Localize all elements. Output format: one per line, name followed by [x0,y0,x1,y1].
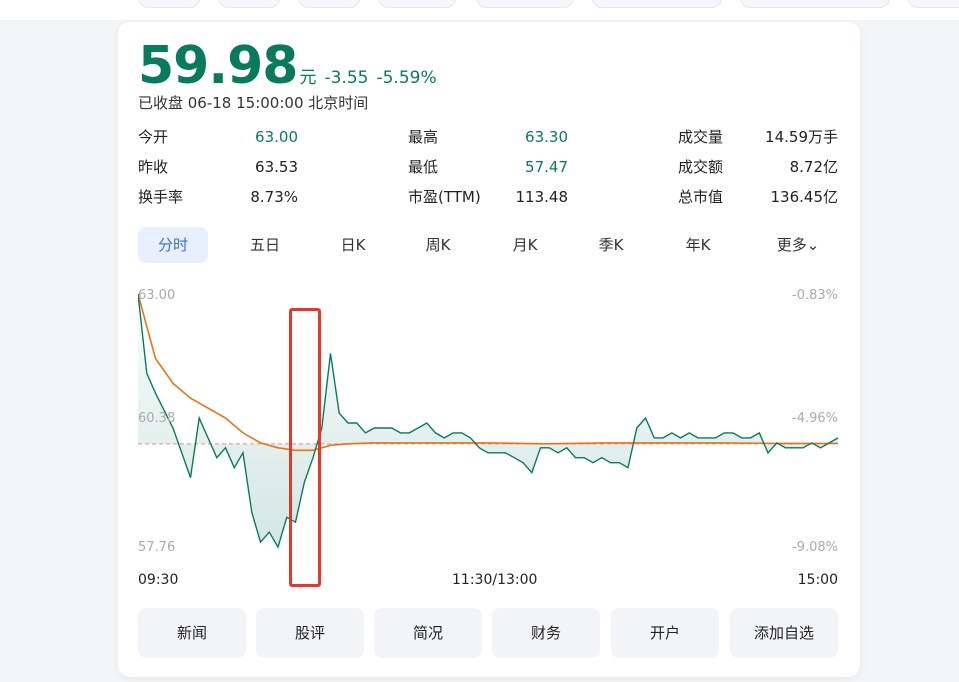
tab-intraday[interactable]: 分时 [138,227,208,263]
price-area [138,294,838,548]
price-change: -3.55 [324,68,369,88]
stat-volume: 成交量 14.59万手 [678,126,838,148]
tab-monthly-k[interactable]: 月K [490,227,560,263]
y-axis-left-mid: 60.38 [138,411,176,426]
tab-more[interactable]: 更多⌄ [758,227,838,263]
stat-value: 57.47 [525,158,568,176]
financials-button[interactable]: 财务 [492,608,600,658]
stat-value: 63.53 [255,158,298,176]
action-buttons: 新闻 股评 简况 财务 开户 添加自选 [138,608,838,658]
market-status: 已收盘 06-18 15:00:00 北京时间 [138,94,369,112]
stat-label: 昨收 [138,158,169,176]
tab-five-day[interactable]: 五日 [230,227,300,263]
y-axis-left-top: 63.00 [138,288,176,303]
top-tab[interactable] [298,0,360,8]
top-tab-bar [0,0,959,20]
current-price: 59.98 [138,36,298,96]
x-axis-start: 09:30 [138,572,179,588]
comments-button[interactable]: 股评 [256,608,364,658]
stat-open: 今开 63.00 [138,126,298,148]
top-tab[interactable] [378,0,456,8]
stat-label: 成交量 [678,128,724,146]
stat-value: 63.00 [255,128,298,146]
average-price-line [137,293,838,452]
top-tab[interactable] [476,0,574,8]
open-account-button[interactable]: 开户 [611,608,719,658]
y-axis-right-bottom: -9.08% [792,540,838,555]
stat-turnover-amount: 成交额 8.72亿 [678,156,838,178]
stat-low: 最低 57.47 [408,156,568,178]
stat-label: 最高 [408,128,439,146]
stat-label: 今开 [138,128,169,146]
top-tab[interactable] [592,0,722,8]
price-row: 59.98 元 -3.55 -5.59% [138,36,437,96]
stat-turnover-rate: 换手率 8.73% [138,186,298,208]
tab-daily-k[interactable]: 日K [318,227,388,263]
stat-label: 换手率 [138,188,184,206]
top-tab[interactable] [218,0,280,8]
stat-value: 8.72亿 [789,158,838,176]
tab-weekly-k[interactable]: 周K [403,227,473,263]
price-line [137,293,839,549]
stat-label: 市盈(TTM) [408,188,481,206]
intraday-chart-svg [137,293,839,549]
x-axis-end: 15:00 [797,572,838,588]
y-axis-right-top: -0.83% [792,288,838,303]
y-axis-left-bottom: 57.76 [138,540,176,555]
stat-prev-close: 昨收 63.53 [138,156,298,178]
tab-yearly-k[interactable]: 年K [663,227,733,263]
chevron-down-icon: ⌄ [806,236,820,254]
top-tab[interactable] [908,0,959,8]
stat-value: 8.73% [250,188,298,206]
stat-value: 14.59万手 [765,128,838,146]
stat-value: 63.30 [525,128,568,146]
price-change-percent: -5.59% [376,68,437,88]
profile-button[interactable]: 简况 [374,608,482,658]
top-tab[interactable] [138,0,200,8]
currency-unit: 元 [299,68,317,88]
top-tab[interactable] [740,0,890,8]
stat-value: 113.48 [515,188,569,206]
stat-pe-ttm: 市盈(TTM) 113.48 [408,186,568,208]
chart-period-tabs: 分时 五日 日K 周K 月K 季K 年K 更多⌄ [138,227,838,265]
tab-quarterly-k[interactable]: 季K [576,227,646,263]
stat-label: 总市值 [678,188,724,206]
stat-value: 136.45亿 [770,188,839,206]
stat-label: 最低 [408,158,439,176]
stock-quote-card: 59.98 元 -3.55 -5.59% 已收盘 06-18 15:00:00 … [118,22,860,677]
add-watchlist-button[interactable]: 添加自选 [730,608,838,658]
stat-label: 成交额 [678,158,724,176]
tab-more-label: 更多 [776,236,807,254]
x-axis-mid: 11:30/13:00 [452,572,538,588]
intraday-chart: 63.00 60.38 57.76 -0.83% -4.96% -9.08% 0… [137,284,839,588]
news-button[interactable]: 新闻 [138,608,246,658]
stat-market-cap: 总市值 136.45亿 [678,186,838,208]
stat-high: 最高 63.30 [408,126,568,148]
highlight-box [289,308,321,587]
y-axis-right-mid: -4.96% [792,411,838,426]
